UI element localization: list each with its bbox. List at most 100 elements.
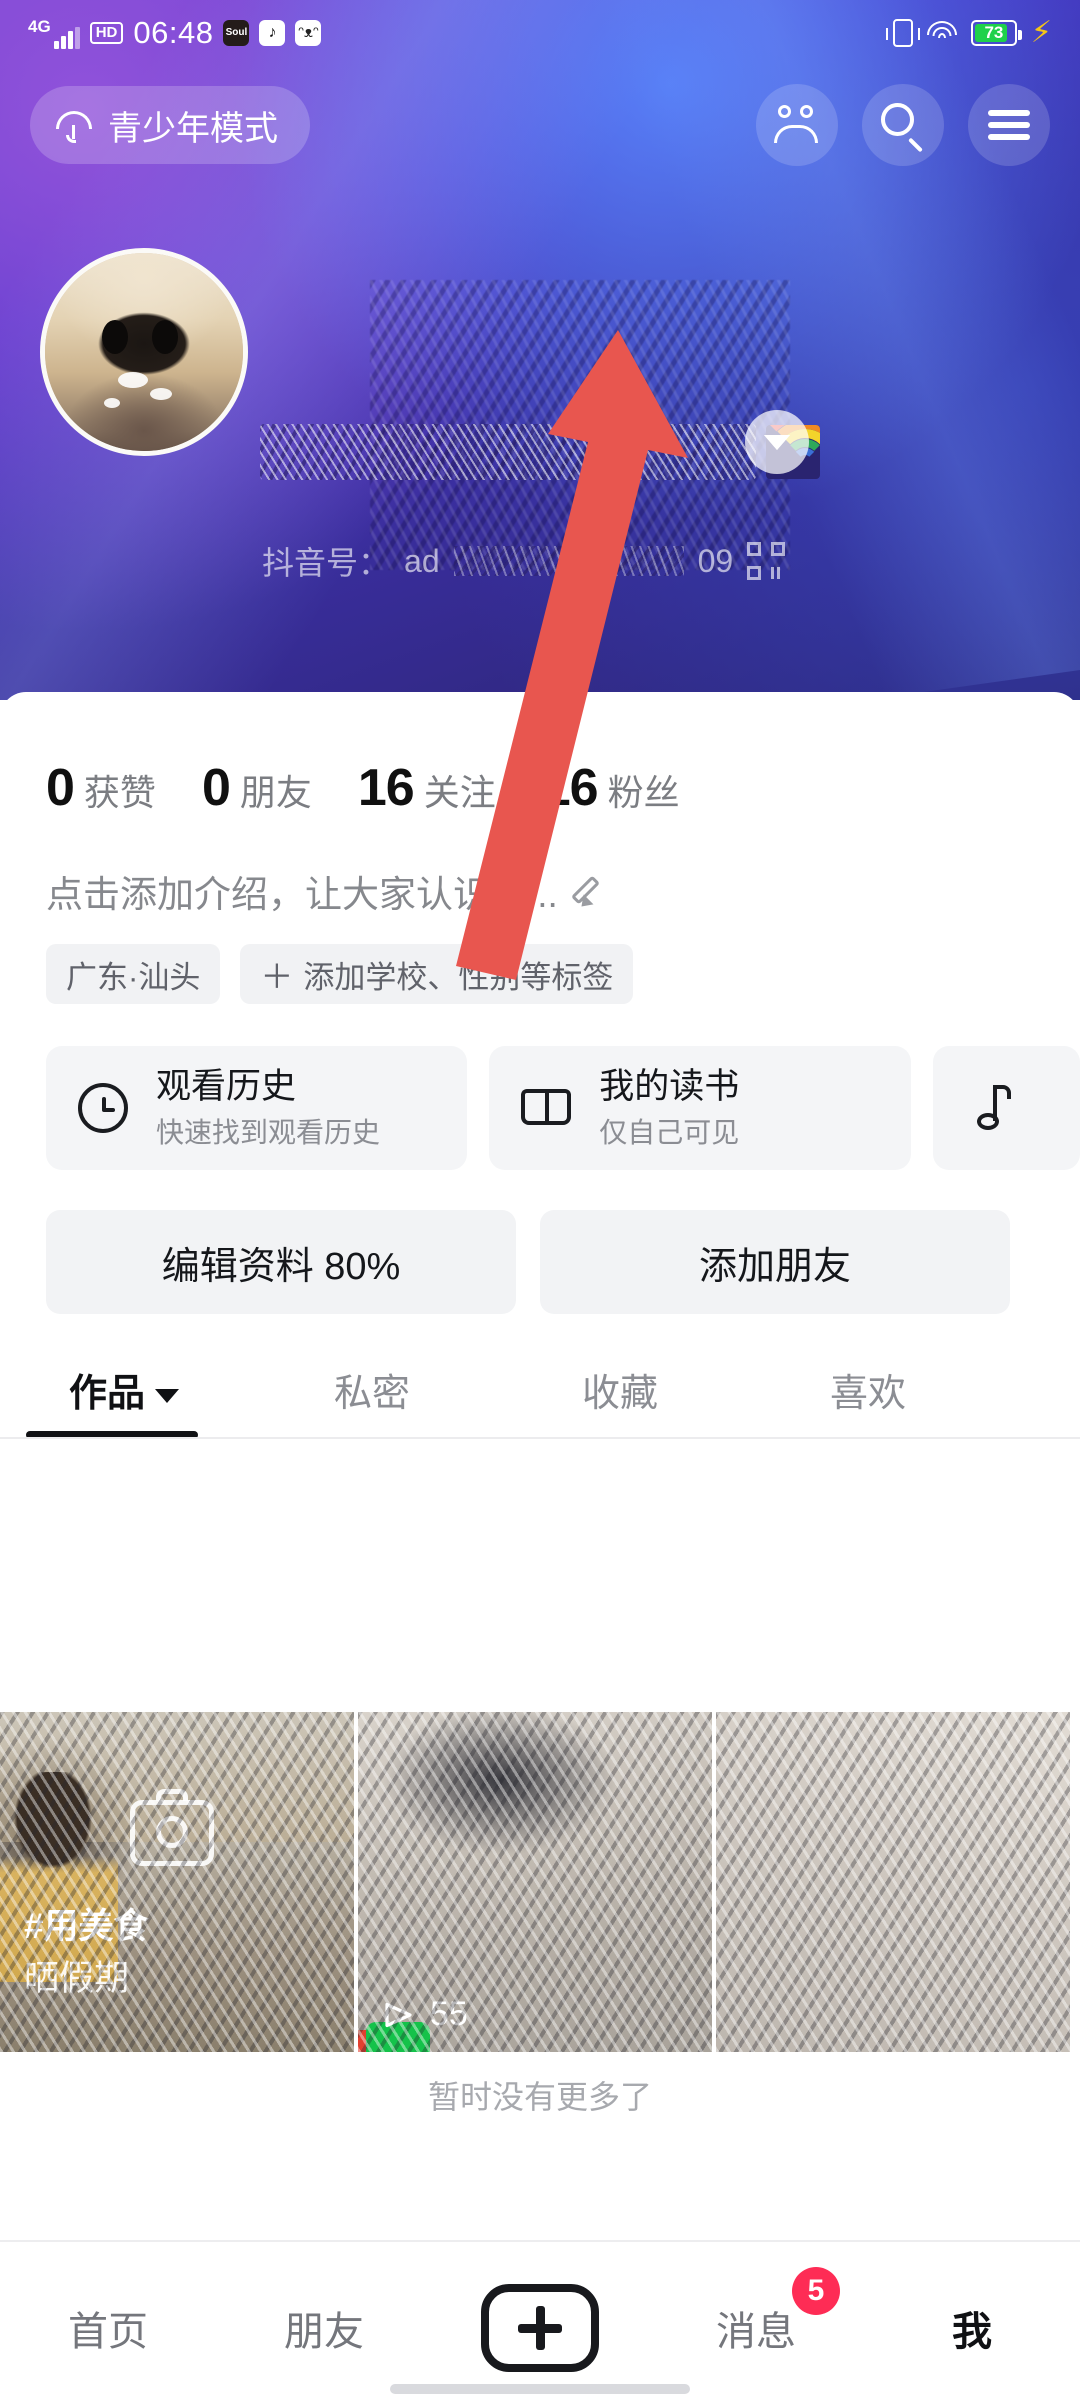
video-caption-line2: 晒假期 — [24, 1959, 130, 1998]
teen-mode-label: 青少年模式 — [108, 109, 278, 148]
profile-top-bar: 青少年模式 — [0, 70, 1080, 180]
battery-level-label: 73 — [984, 23, 1004, 42]
play-count: 55 — [430, 1995, 468, 2033]
douyin-id-row[interactable]: 抖音号： ad 09 — [262, 532, 822, 590]
music-note-icon — [959, 1077, 1021, 1139]
nav-label: 消息 — [716, 2310, 796, 2354]
video-card[interactable] — [716, 1712, 1070, 2052]
teen-mode-button[interactable]: 青少年模式 — [30, 86, 310, 164]
content-tabs: 作品 私密 收藏 喜欢 — [0, 1314, 1080, 1439]
battery-indicator: 73 — [970, 20, 1022, 46]
profile-actions-row: 编辑资料 80% 添加朋友 — [0, 1170, 1080, 1314]
video-caption-line1: #用美食 — [24, 1907, 149, 1946]
umbrella-icon — [56, 107, 92, 143]
search-icon — [881, 103, 925, 153]
stat-value: 0 — [46, 759, 75, 817]
tag-add-more[interactable]: ＋ 添加学校、性别等标签 — [240, 944, 634, 1004]
qr-code-icon[interactable] — [747, 542, 786, 580]
search-button[interactable] — [862, 84, 944, 166]
douyin-app-icon: ♪ — [259, 20, 286, 46]
add-friend-label: 添加朋友 — [698, 1245, 851, 1288]
tab-label: 喜欢 — [829, 1373, 906, 1415]
tab-works[interactable]: 作品 — [0, 1362, 248, 1439]
bio-row[interactable]: 点击添加介绍，让大家认识你... — [0, 818, 1080, 918]
friends-button[interactable] — [756, 84, 838, 166]
play-count-row: 55 — [380, 1995, 468, 2034]
status-bar-clock: 06:48 — [133, 15, 214, 50]
tabs-divider — [0, 1437, 1080, 1439]
cat-app-icon: ᵔᴥᵔ — [295, 20, 322, 46]
hd-badge: HD — [89, 21, 124, 45]
douyin-id-end: 09 — [697, 542, 734, 579]
video-card[interactable]: #用美食 晒假期 — [0, 1712, 354, 2052]
card-music[interactable] — [932, 1046, 1080, 1170]
lightning-bolt-icon: ⚡ — [1030, 16, 1052, 49]
stat-value: 0 — [201, 759, 231, 817]
people-icon — [774, 105, 820, 145]
tag-label: 广东·汕头 — [66, 959, 201, 995]
redaction-scribble-video-3 — [716, 1712, 1070, 2052]
video-card[interactable]: 55 — [358, 1712, 712, 2052]
card-my-reading[interactable]: 我的读书 仅自己可见 — [489, 1046, 911, 1170]
profile-content-sheet: 0 获赞 0 朋友 16 关注 16 粉丝 点击添加介绍，让大家认识你... 广… — [0, 692, 1080, 2408]
stat-likes[interactable]: 0 获赞 — [46, 758, 156, 818]
status-bar: 4G HD 06:48 Soul ♪ ᵔᴥᵔ 73 ⚡ — [0, 0, 1080, 66]
nickname-row[interactable] — [260, 415, 820, 489]
pencil-icon[interactable] — [570, 871, 614, 912]
bottom-navigation-bar: 首页 朋友 消息 5 我 — [0, 2240, 1080, 2408]
nickname-redacted — [260, 424, 756, 480]
tag-location[interactable]: 广东·汕头 — [46, 944, 221, 1004]
create-plus-button[interactable] — [481, 2284, 599, 2372]
tag-label: 添加学校、性别等标签 — [303, 959, 614, 995]
bio-placeholder: 点击添加介绍，让大家认识你... — [46, 874, 558, 915]
cellular-signal-icon: 4G — [28, 18, 80, 49]
nav-label: 朋友 — [284, 2310, 364, 2354]
nav-item-home[interactable]: 首页 — [0, 2299, 216, 2357]
chevron-down-icon — [155, 1388, 179, 1403]
edit-profile-button[interactable]: 编辑资料 80% — [46, 1210, 516, 1314]
card-title: 我的读书 — [599, 1067, 740, 1107]
list-end-text: 暂时没有更多了 — [427, 2079, 652, 2115]
stat-friends[interactable]: 0 朋友 — [202, 758, 312, 818]
card-watch-history[interactable]: 观看历史 快速找到观看历史 — [46, 1046, 468, 1170]
douyin-id-start: ad — [404, 542, 440, 579]
status-badge: 5 — [792, 2267, 840, 2315]
video-grid: #用美食 晒假期 55 — [0, 1712, 1080, 2052]
clock-icon — [72, 1077, 134, 1139]
tab-liked[interactable]: 喜欢 — [744, 1362, 992, 1417]
tab-private[interactable]: 私密 — [248, 1362, 496, 1417]
stat-value: 16 — [357, 759, 415, 817]
wifi-icon — [926, 21, 957, 45]
hamburger-menu-icon — [988, 110, 1030, 140]
nav-item-messages[interactable]: 消息 5 — [648, 2267, 864, 2357]
stat-followers[interactable]: 16 粉丝 — [542, 758, 680, 818]
camera-icon — [130, 1789, 214, 1866]
home-indicator — [390, 2384, 690, 2394]
plus-icon: ＋ — [260, 958, 294, 995]
stat-label: 朋友 — [239, 772, 312, 813]
menu-button[interactable] — [968, 84, 1050, 166]
chevron-down-icon — [764, 434, 790, 450]
tab-favorites[interactable]: 收藏 — [496, 1362, 744, 1417]
edit-profile-label: 编辑资料 80% — [161, 1245, 401, 1288]
card-subtitle: 快速找到观看历史 — [156, 1117, 381, 1149]
soul-app-icon: Soul — [223, 20, 250, 46]
stat-label: 粉丝 — [607, 772, 680, 813]
nav-item-create[interactable] — [432, 2284, 648, 2372]
profile-tags-row: 广东·汕头 ＋ 添加学校、性别等标签 — [0, 918, 1080, 1004]
nav-item-profile[interactable]: 我 — [864, 2299, 1080, 2357]
stat-label: 关注 — [423, 772, 496, 813]
nav-item-friends[interactable]: 朋友 — [216, 2299, 432, 2357]
nav-label: 我 — [952, 2310, 992, 2354]
card-subtitle: 仅自己可见 — [599, 1117, 740, 1149]
expand-profile-button[interactable] — [745, 410, 809, 474]
avatar[interactable] — [40, 248, 248, 456]
tab-label: 收藏 — [581, 1373, 658, 1415]
feature-cards-row: 观看历史 快速找到观看历史 我的读书 仅自己可见 — [0, 1004, 1080, 1170]
stat-label: 获赞 — [83, 772, 156, 813]
add-friend-button[interactable]: 添加朋友 — [540, 1210, 1010, 1314]
douyin-id-redacted — [453, 546, 684, 576]
vibrate-icon — [885, 19, 920, 47]
card-title: 观看历史 — [156, 1067, 297, 1107]
stat-following[interactable]: 16 关注 — [358, 758, 496, 818]
